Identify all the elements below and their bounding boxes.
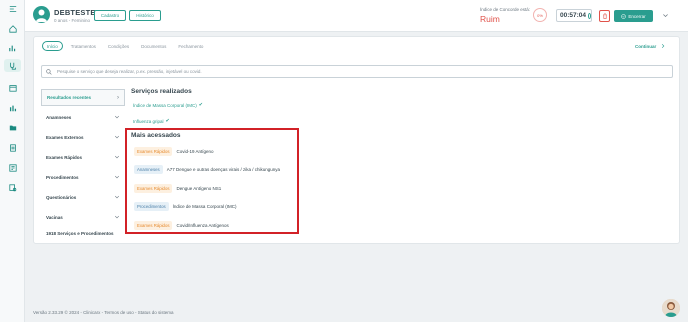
- menu-item-procedimentos[interactable]: Procedimentos: [41, 169, 125, 185]
- mais-acessados-item[interactable]: Exames Rápidos Dengue Antígeno NS1: [134, 184, 221, 193]
- report-icon[interactable]: [7, 162, 18, 173]
- folder-icon[interactable]: [7, 122, 18, 133]
- delete-button[interactable]: [599, 10, 610, 22]
- chevron-down-icon: [114, 115, 120, 119]
- service-name: Covid/Influenza Antígenos: [176, 223, 229, 228]
- menu-item-questionarios[interactable]: Questionários: [41, 189, 125, 205]
- check-icon: ✔: [198, 102, 203, 108]
- mais-acessados-item[interactable]: Procedimentos Índice de Massa Corporal (…: [134, 202, 236, 211]
- menu-item-resultados-recentes[interactable]: Resultados recentes ›: [41, 89, 125, 106]
- category-tag: Exames Rápidos: [134, 184, 173, 193]
- servico-realizado-item[interactable]: Influenza gripal ✔: [133, 118, 170, 124]
- service-name: A77 Dengue e outras doenças virais / zik…: [166, 167, 281, 172]
- service-search[interactable]: [41, 65, 673, 78]
- trash-icon: [602, 13, 607, 19]
- servicos-realizados-title: Serviços realizados: [131, 88, 192, 95]
- indice-value: Ruim: [480, 14, 500, 24]
- menu-item-vacinas[interactable]: Vacinas: [41, 209, 125, 225]
- category-tag: Procedimentos: [134, 202, 169, 211]
- menu-item-label: Resultados recentes: [47, 95, 92, 100]
- indice-label: Índice de Concorde está:: [480, 7, 531, 12]
- tab-inicio[interactable]: Início: [42, 41, 63, 51]
- chevron-down-icon: [114, 175, 120, 179]
- search-icon: [46, 68, 52, 75]
- chevron-right-icon: ›: [117, 94, 119, 101]
- service-name: Índice de Massa Corporal (IMC): [172, 204, 237, 209]
- chevron-down-icon: [114, 215, 120, 219]
- servico-label: Índice de Massa Corporal (IMC): [133, 102, 197, 108]
- category-tag: Exames Rápidos: [134, 221, 173, 230]
- bars-icon[interactable]: [7, 102, 18, 113]
- mais-acessados-title: Mais acessados: [131, 132, 181, 139]
- stethoscope-icon[interactable]: [4, 59, 21, 72]
- search-input[interactable]: [57, 69, 657, 74]
- encerrar-button[interactable]: Encerrar: [614, 10, 653, 22]
- service-name: Covid-19 Antígeno: [176, 149, 214, 154]
- menu-item-label: Vacinas: [46, 214, 63, 220]
- chevron-down-icon: [114, 135, 120, 139]
- document-icon[interactable]: [7, 142, 18, 153]
- chevron-right-icon: [662, 43, 665, 49]
- tab-tratamentos[interactable]: Tratamentos: [67, 41, 100, 51]
- search-report-icon[interactable]: [7, 182, 18, 193]
- service-name: Dengue Antígeno NS1: [176, 186, 222, 191]
- chart-icon[interactable]: [7, 42, 18, 53]
- support-avatar[interactable]: [662, 299, 680, 317]
- mais-acessados-item[interactable]: Exames Rápidos Covid/Influenza Antígenos: [134, 221, 229, 230]
- patient-avatar-icon: [33, 6, 50, 23]
- mais-acessados-highlight: Mais acessados Exames Rápidos Covid-19 A…: [125, 128, 299, 234]
- continuar-button[interactable]: Continuar: [635, 43, 666, 49]
- chevron-down-icon: [114, 195, 120, 199]
- menu-item-label: Exames Rápidos: [46, 154, 83, 160]
- servico-label: Influenza gripal: [133, 118, 164, 124]
- clock-icon: [588, 12, 591, 19]
- home-icon[interactable]: [7, 23, 18, 34]
- menu-item-label: Procedimentos: [46, 174, 79, 180]
- historico-button[interactable]: Histórico: [129, 10, 161, 21]
- servico-realizado-item[interactable]: Índice de Massa Corporal (IMC) ✔: [133, 102, 203, 108]
- check-circle-icon: [621, 13, 627, 19]
- session-timer: 00:57:04: [556, 9, 592, 22]
- patient-header: DEBTESTE 0 anos - Feminino Cadastro Hist…: [25, 0, 688, 32]
- collapse-icon[interactable]: [7, 3, 18, 14]
- mais-acessados-item[interactable]: Exames Rápidos Covid-19 Antígeno: [134, 147, 214, 156]
- continuar-label: Continuar: [635, 43, 657, 49]
- main-card: Início Tratamentos Condições Documentos …: [33, 36, 680, 244]
- menu-item-exames-externos[interactable]: Exames Externos: [41, 129, 125, 145]
- timer-value: 00:57:04: [560, 12, 587, 19]
- step-tabs: Início Tratamentos Condições Documentos …: [42, 41, 207, 51]
- menu-item-label: Exames Externos: [46, 134, 84, 140]
- cadastro-button[interactable]: Cadastro: [94, 10, 126, 21]
- category-tag: Exames Rápidos: [134, 147, 173, 156]
- menu-item-all-services[interactable]: 1918 Serviços e Procedimentos: [41, 225, 125, 241]
- chevron-down-icon[interactable]: [660, 10, 670, 20]
- footer-text: Versão 2.33.29 © 2024 - Clinicarx - Term…: [33, 310, 174, 315]
- calendar-icon[interactable]: [7, 82, 18, 93]
- patient-info: 0 anos - Feminino: [54, 18, 91, 23]
- menu-item-anamneses[interactable]: Anamneses: [41, 109, 125, 125]
- mais-acessados-item[interactable]: Anamneses A77 Dengue e outras doenças vi…: [134, 165, 280, 174]
- indice-percent: 0%: [533, 8, 547, 22]
- category-tag: Anamneses: [134, 165, 163, 174]
- tab-documentos[interactable]: Documentos: [137, 41, 170, 51]
- chevron-down-icon: [114, 155, 120, 159]
- side-rail: [0, 0, 25, 322]
- menu-item-exames-rapidos[interactable]: Exames Rápidos: [41, 149, 125, 165]
- encerrar-label: Encerrar: [628, 13, 646, 19]
- menu-item-label: Anamneses: [46, 114, 72, 120]
- check-icon: ✔: [165, 118, 170, 124]
- tab-fechamento[interactable]: Fechamento: [174, 41, 207, 51]
- patient-name: DEBTESTE: [54, 8, 96, 17]
- tab-condicoes[interactable]: Condições: [104, 41, 133, 51]
- menu-item-label: 1918 Serviços e Procedimentos: [46, 230, 114, 236]
- menu-item-label: Questionários: [46, 194, 77, 200]
- assistant-avatar-icon: [662, 299, 680, 317]
